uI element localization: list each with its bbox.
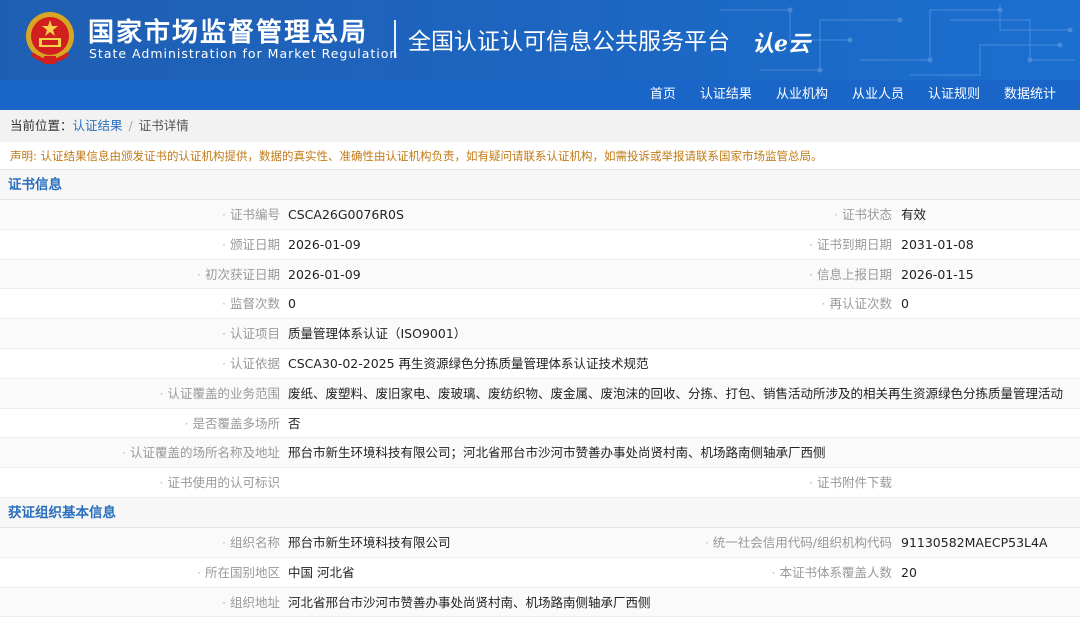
org-name-cn: 国家市场监督管理总局 [88,18,369,48]
field-value: CSCA30-02-2025 再生资源绿色分拣质量管理体系认证技术规范 [288,355,649,371]
field-label: 认证项目 [222,319,280,348]
breadcrumb-link-cert-results[interactable]: 认证结果 [73,118,123,133]
field-value: 0 [901,296,909,312]
field-label: 统一社会信用代码/组织机构代码 [705,528,892,557]
info-row: 证书使用的认可标识 证书附件下载 [0,468,1080,498]
field-label: 所在国别地区 [197,558,280,587]
field-value: 2026-01-15 [901,266,974,282]
nav-home[interactable]: 首页 [638,80,688,110]
field-value: 2026-01-09 [288,266,361,282]
field-label: 初次获证日期 [197,260,280,289]
info-row: 认证覆盖的场所名称及地址邢台市新生环境科技有限公司；河北省邢台市沙河市赞善办事处… [0,438,1080,469]
field-label: 认证覆盖的业务范围 [160,379,280,408]
renyun-logo: 认e云 [752,31,810,57]
field-label: 证书附件下载 [809,468,892,497]
field-value: 河北省邢台市沙河市赞善办事处尚贤村南、机场路南侧轴承厂西侧 [288,594,651,610]
disclaimer-notice: 声明: 认证结果信息由颁发证书的认证机构提供，数据的真实性、准确性由认证机构负责… [0,142,1080,170]
org-info-title: 获证组织基本信息 [0,497,1080,528]
field-label: 认证依据 [222,349,280,378]
field-label: 证书到期日期 [809,230,892,259]
breadcrumb-prefix: 当前位置： [10,118,73,133]
field-label: 组织名称 [222,528,280,557]
field-value: 邢台市新生环境科技有限公司 [288,534,451,550]
field-label: 证书编号 [222,200,280,229]
field-label: 再认证次数 [822,289,892,318]
field-label: 证书使用的认可标识 [160,468,280,497]
field-label: 本证书体系覆盖人数 [772,558,892,587]
breadcrumb: 当前位置：认证结果 / 证书详情 [0,110,1080,142]
field-value: 邢台市新生环境科技有限公司；河北省邢台市沙河市赞善办事处尚贤村南、机场路南侧轴承… [288,445,826,461]
header-divider [394,20,396,58]
nav-cert-rules[interactable]: 认证规则 [916,80,992,110]
nav-cert-results[interactable]: 认证结果 [688,80,764,110]
info-row: 组织地址河北省邢台市沙河市赞善办事处尚贤村南、机场路南侧轴承厂西侧 [0,587,1080,618]
info-row: 组织名称邢台市新生环境科技有限公司 统一社会信用代码/组织机构代码 91130582… [0,527,1080,558]
field-label: 是否覆盖多场所 [185,409,280,438]
nav-institutions[interactable]: 从业机构 [764,80,840,110]
main-nav: 首页 认证结果 从业机构 从业人员 认证规则 数据统计 [0,80,1080,110]
field-label: 证书状态 [834,200,892,229]
platform-title: 全国认证认可信息公共服务平台 [408,29,730,55]
cert-info-title: 证书信息 [0,170,1080,200]
field-label: 监督次数 [222,289,280,318]
field-value: 有效 [901,207,927,222]
breadcrumb-current: 证书详情 [138,118,189,133]
info-row: 初次获证日期 2026-01-09 信息上报日期 2026-01-15 [0,259,1080,290]
nav-personnel[interactable]: 从业人员 [840,80,916,110]
info-row: 监督次数 0 再认证次数 0 [0,289,1080,320]
breadcrumb-separator: / [128,118,133,133]
site-header: 国家市场监督管理总局 State Administration for Mark… [0,0,1080,80]
org-name-en: State Administration for Market Regulati… [89,46,399,61]
info-row: 证书编号 CSCA26G0076R0S 证书状态有效 [0,200,1080,230]
org-info-table: 组织名称邢台市新生环境科技有限公司 统一社会信用代码/组织机构代码 91130582… [0,527,1080,618]
field-value: 废纸、废塑料、废旧家电、废玻璃、废纺织物、废金属、废泡沫的回收、分拣、打包、销售… [288,385,1064,401]
field-value: CSCA26G0076R0S [288,207,404,222]
info-row: 认证依据 CSCA30-02-2025 再生资源绿色分拣质量管理体系认证技术规范 [0,349,1080,379]
field-value: 质量管理体系认证（ISO9001） [288,326,467,342]
field-label: 信息上报日期 [809,260,892,289]
field-value: 20 [901,564,917,580]
field-label: 组织地址 [222,588,280,617]
info-row: 颁证日期 2026-01-09 证书到期日期 2031-01-08 [0,230,1080,260]
field-value: 2026-01-09 [288,236,361,252]
info-row: 认证项目质量管理体系认证（ISO9001） [0,319,1080,349]
field-label: 颁证日期 [222,230,280,259]
field-value: 否 [288,415,301,431]
field-value: 2031-01-08 [901,236,974,252]
field-value: 91130582MAECP53L4A [901,534,1048,550]
info-row: 所在国别地区中国 河北省 本证书体系覆盖人数 20 [0,558,1080,588]
cert-info-table: 证书编号 CSCA26G0076R0S 证书状态有效颁证日期 2026-01-09 证书… [0,200,1080,498]
info-row: 是否覆盖多场所否 [0,409,1080,439]
national-emblem-icon [26,12,74,64]
nav-statistics[interactable]: 数据统计 [992,80,1068,110]
field-value: 中国 河北省 [288,564,355,580]
info-row: 认证覆盖的业务范围废纸、废塑料、废旧家电、废玻璃、废纺织物、废金属、废泡沫的回收… [0,378,1080,409]
field-value: 0 [288,296,296,312]
field-label: 认证覆盖的场所名称及地址 [122,438,280,467]
